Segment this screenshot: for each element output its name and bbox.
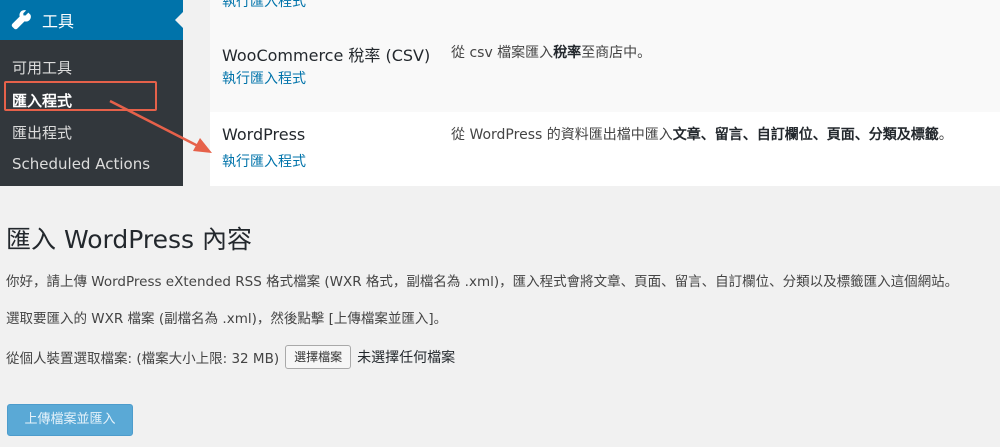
upload-and-import-button[interactable]: 上傳檔案並匯入 [7, 404, 133, 436]
no-file-chosen-text: 未選擇任何檔案 [357, 350, 456, 366]
annotation-arrow [109, 99, 212, 153]
intro-text: 你好，請上傳 WordPress eXtended RSS 格式檔案 (WXR … [6, 274, 959, 290]
file-upload-row: 從個人裝置選取檔案: (檔案大小上限: 32 MB) 選擇檔案 未選擇任何檔案 [6, 345, 455, 369]
importers-screenshot: 工具 可用工具 匯入程式 匯出程式 Scheduled Actions 執行匯入… [0, 0, 1000, 205]
choose-file-button[interactable]: 選擇檔案 [285, 345, 352, 369]
file-upload-label: 從個人裝置選取檔案: (檔案大小上限: 32 MB) [6, 351, 280, 367]
instruction-text: 選取要匯入的 WXR 檔案 (副檔名為 .xml)，然後點擊 [上傳檔案並匯入]… [6, 311, 448, 327]
page-title: 匯入 WordPress 內容 [6, 225, 252, 254]
